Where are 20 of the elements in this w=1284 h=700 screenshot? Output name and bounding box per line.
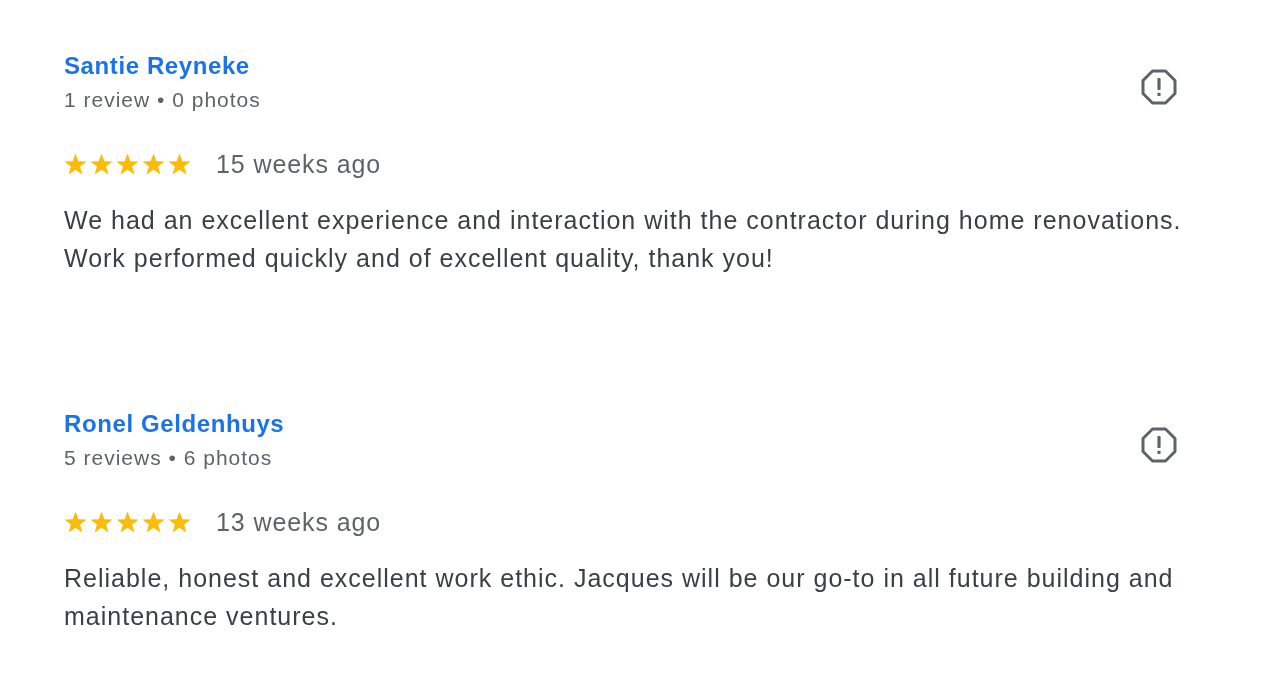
star-icon xyxy=(168,511,191,533)
reviewer-name-link[interactable]: Ronel Geldenhuys xyxy=(64,408,285,440)
star-icon xyxy=(168,153,191,175)
star-icon xyxy=(64,153,87,175)
star-icon xyxy=(64,511,87,533)
reviewer-stats: 1 review • 0 photos xyxy=(64,87,261,113)
star-icon xyxy=(90,153,113,175)
reviewer-name-link[interactable]: Santie Reyneke xyxy=(64,50,250,82)
review-text: We had an excellent experience and interaction with the contractor during home renovations. Work performed quickly and of excellent quality, thank you! xyxy=(64,205,1183,274)
star-icon xyxy=(90,511,113,533)
review-date: 13 weeks ago xyxy=(216,507,382,538)
star-icon xyxy=(116,153,139,175)
alert-octagon-icon[interactable] xyxy=(1141,426,1177,463)
review-text: Reliable, honest and excellent work ethic. Jacques will be our go-to in all future building and maintenance ventures. xyxy=(64,563,1175,632)
star-icon xyxy=(116,511,139,533)
star-icon xyxy=(142,153,165,175)
reviewer-stats: 5 reviews • 6 photos xyxy=(64,445,273,471)
star-icon xyxy=(142,511,165,533)
alert-octagon-icon[interactable] xyxy=(1141,68,1177,105)
review-date: 15 weeks ago xyxy=(216,149,382,180)
